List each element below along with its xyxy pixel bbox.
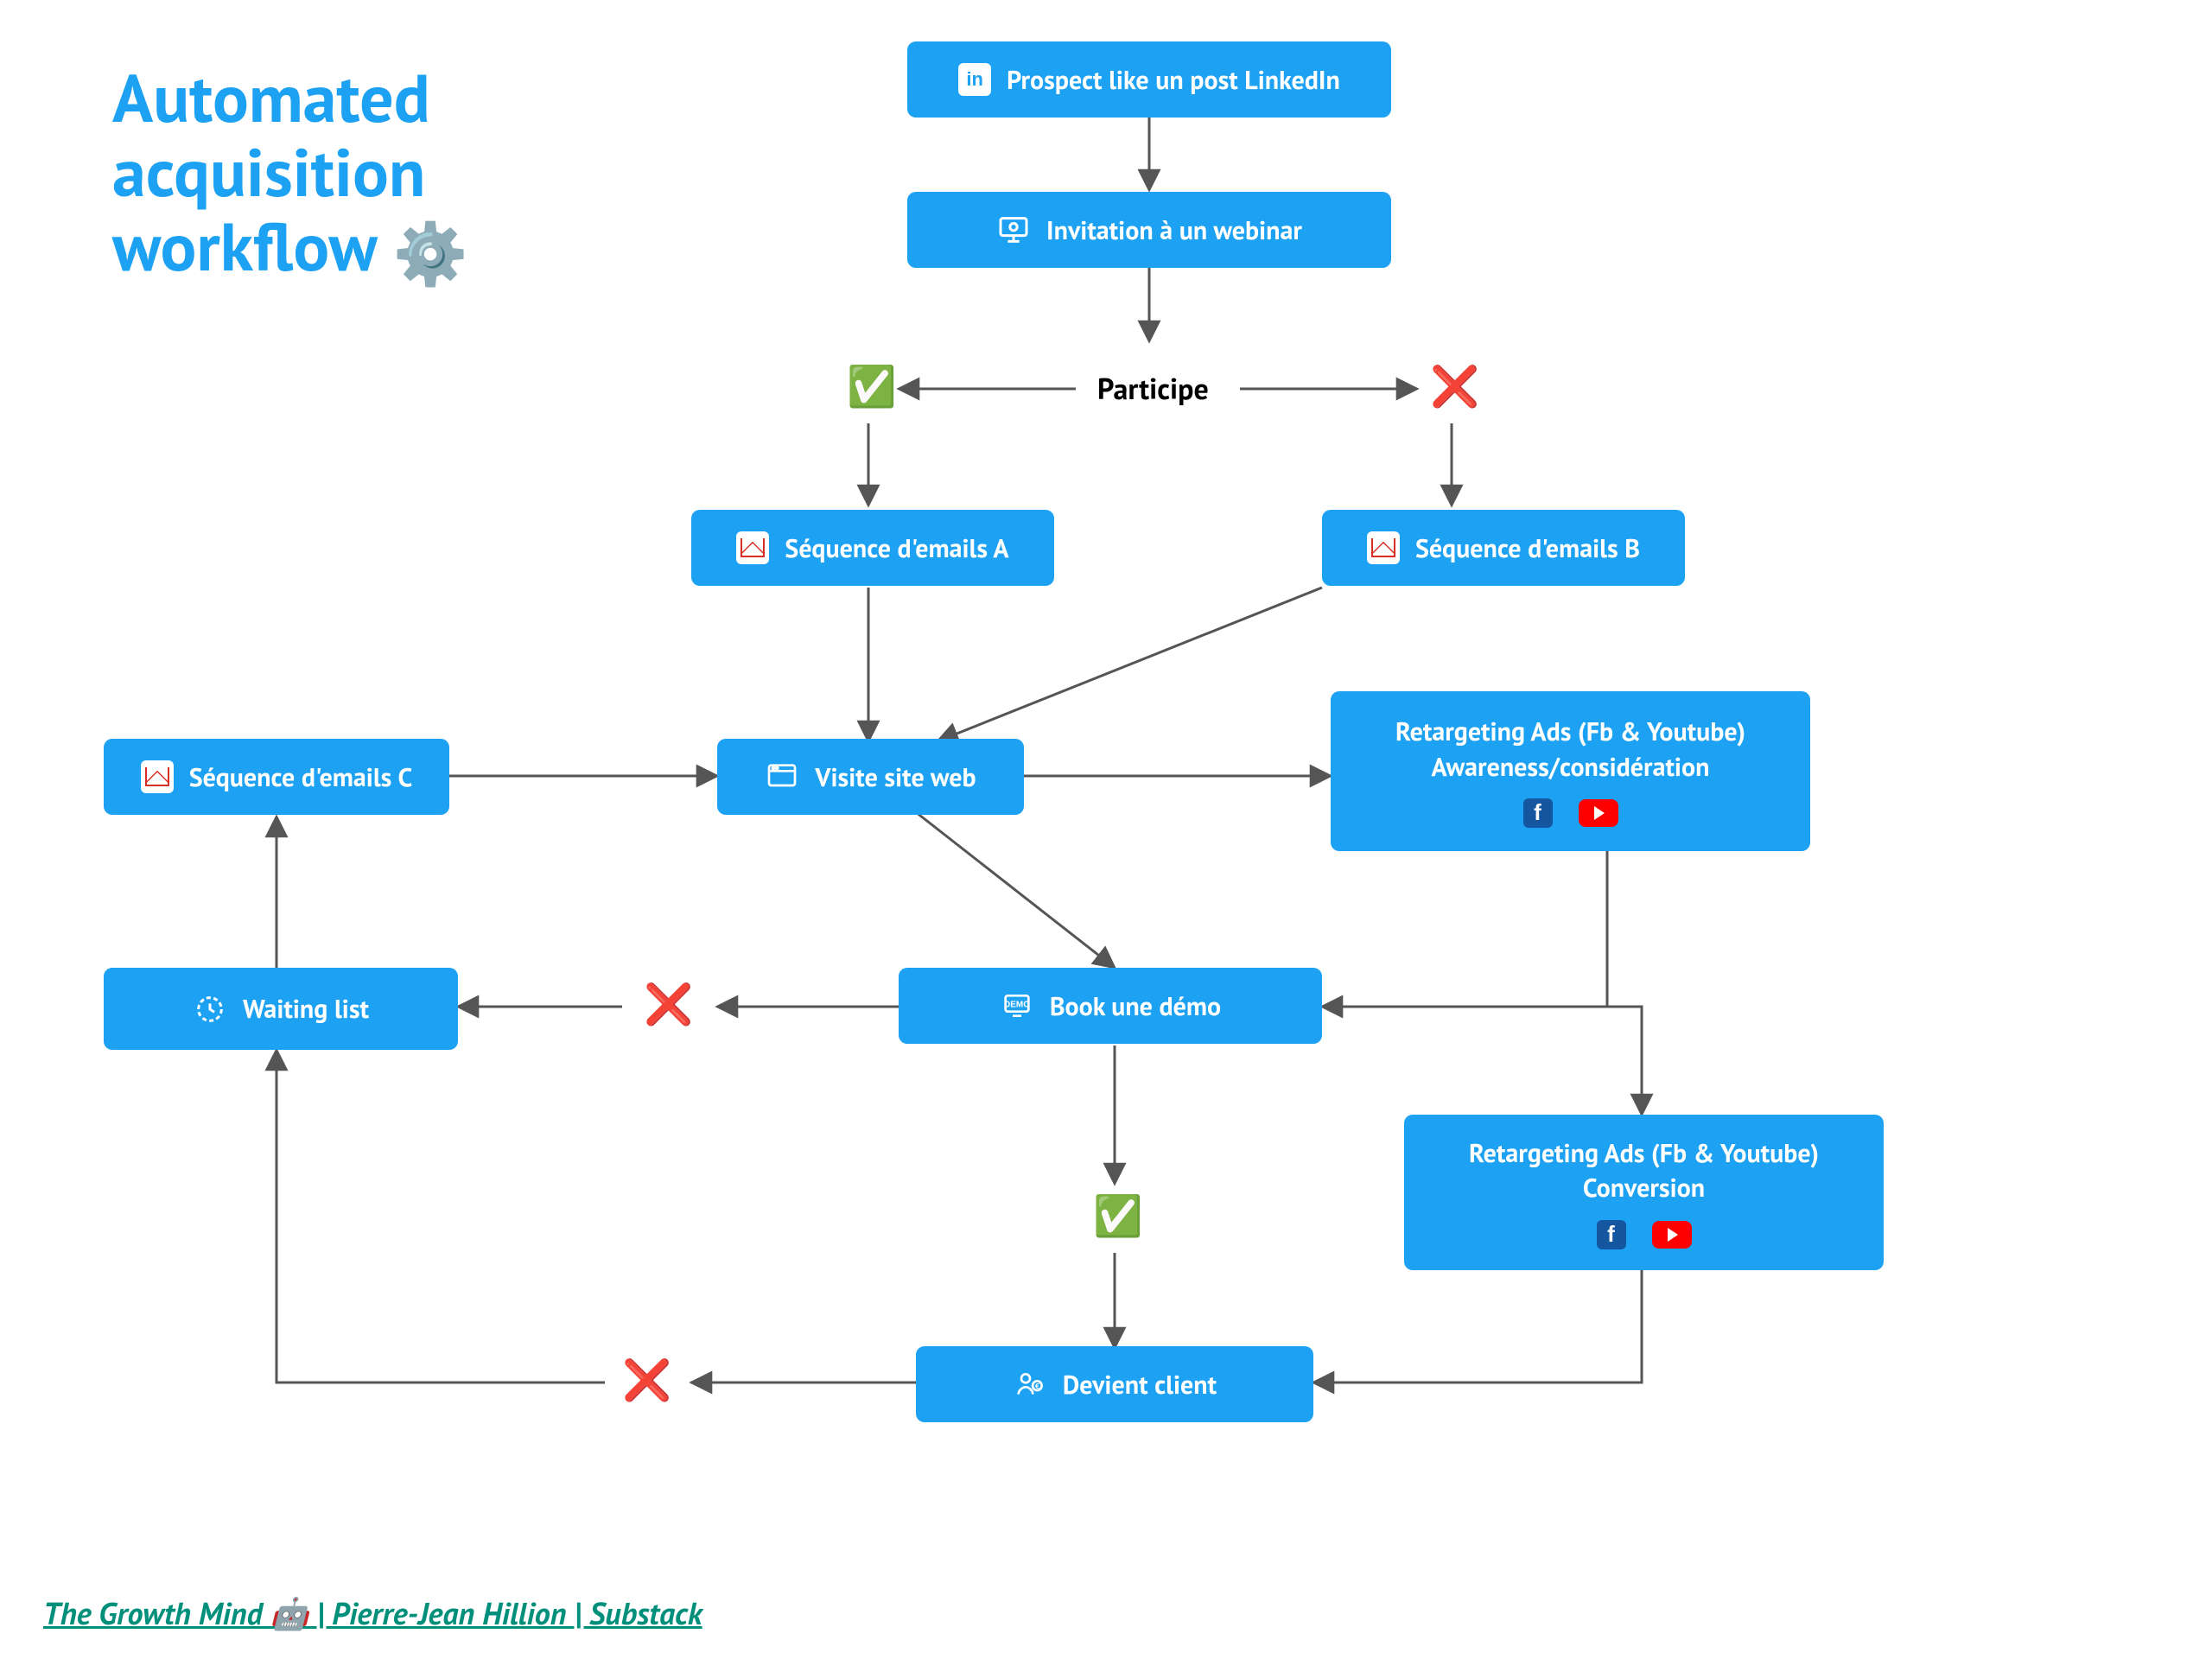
svg-text:DEMO: DEMO	[1004, 1001, 1030, 1010]
node-label-line-2: Conversion	[1469, 1171, 1819, 1206]
node-label: Prospect like un post LinkedIn	[1007, 63, 1340, 97]
svg-text:€: €	[1035, 1382, 1039, 1391]
node-linkedin-like: in Prospect like un post LinkedIn	[907, 41, 1391, 118]
facebook-icon: f	[1523, 798, 1553, 828]
decision-participe: Participe	[1097, 370, 1209, 408]
node-label: Devient client	[1063, 1368, 1217, 1402]
gear-icon: ⚙️	[393, 214, 468, 292]
browser-icon	[765, 760, 799, 794]
gmail-icon	[736, 531, 769, 564]
node-label: Séquence d'emails C	[189, 760, 413, 794]
node-book-demo: DEMO Book une démo	[899, 968, 1322, 1044]
node-emails-c: Séquence d'emails C	[104, 739, 449, 815]
node-emails-a: Séquence d'emails A	[691, 510, 1054, 586]
node-devient-client: € Devient client	[916, 1346, 1313, 1422]
node-retargeting-awareness: Retargeting Ads (Fb & Youtube) Awareness…	[1331, 691, 1810, 851]
title-line-3: workflow	[112, 202, 376, 289]
node-emails-b: Séquence d'emails B	[1322, 510, 1685, 586]
node-label: Waiting list	[243, 992, 369, 1026]
gmail-icon	[141, 760, 174, 793]
node-label: Visite site web	[815, 760, 976, 794]
title-line-1: Automated	[112, 60, 468, 135]
node-label-line-1: Retargeting Ads (Fb & Youtube)	[1395, 715, 1745, 750]
node-webinar-invite: Invitation à un webinar	[907, 192, 1391, 268]
youtube-icon	[1652, 1221, 1692, 1249]
node-label-line-1: Retargeting Ads (Fb & Youtube)	[1469, 1136, 1819, 1172]
node-label-line-2: Awareness/considération	[1395, 750, 1745, 785]
demo-icon: DEMO	[1000, 988, 1034, 1023]
node-waiting-list: Waiting list	[104, 968, 458, 1050]
node-label: Book une démo	[1050, 989, 1221, 1023]
client-icon: €	[1013, 1367, 1047, 1402]
node-label: Invitation à un webinar	[1046, 213, 1302, 247]
cross-icon: ❌	[622, 1361, 671, 1401]
youtube-icon	[1579, 799, 1618, 827]
webinar-icon	[996, 213, 1031, 247]
node-label: Séquence d'emails B	[1415, 531, 1640, 565]
check-icon: ✅	[847, 367, 896, 407]
cross-icon: ❌	[644, 985, 693, 1025]
linkedin-icon: in	[958, 63, 991, 96]
gmail-icon	[1367, 531, 1400, 564]
node-label: Séquence d'emails A	[785, 531, 1008, 565]
facebook-icon: f	[1597, 1220, 1626, 1249]
diagram-title: Automated acquisition workflow ⚙️	[112, 60, 468, 287]
node-visite-site: Visite site web	[717, 739, 1024, 815]
title-line-2: acquisition	[112, 135, 468, 209]
footer-credit: The Growth Mind 🤖 | Pierre-Jean Hillion …	[43, 1592, 702, 1633]
cross-icon: ❌	[1430, 367, 1479, 407]
check-icon: ✅	[1093, 1197, 1142, 1236]
node-retargeting-conversion: Retargeting Ads (Fb & Youtube) Conversio…	[1404, 1115, 1884, 1270]
clock-icon	[193, 992, 227, 1027]
